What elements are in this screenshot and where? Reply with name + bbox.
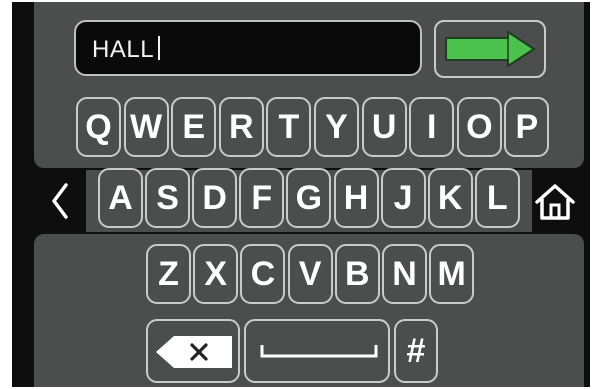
- key-i[interactable]: I: [409, 97, 455, 157]
- key-j[interactable]: J: [380, 168, 426, 228]
- keyboard-screen: HALL QWERTYUIOP ASDFGHJKL ZXCVBNM #: [12, 2, 590, 387]
- key-w[interactable]: W: [123, 97, 169, 157]
- key-z[interactable]: Z: [146, 244, 191, 304]
- enter-button[interactable]: [434, 20, 546, 78]
- key-n[interactable]: N: [382, 244, 427, 304]
- space-bar[interactable]: [244, 319, 390, 383]
- key-x[interactable]: X: [193, 244, 239, 304]
- key-p[interactable]: P: [504, 97, 550, 157]
- space-bar-icon: [260, 345, 378, 358]
- key-r[interactable]: R: [218, 97, 264, 157]
- key-c[interactable]: C: [240, 244, 286, 304]
- key-g[interactable]: G: [286, 168, 332, 228]
- key-v[interactable]: V: [287, 244, 333, 304]
- text-input-field[interactable]: HALL: [74, 20, 422, 76]
- key-s[interactable]: S: [145, 168, 191, 228]
- key-f[interactable]: F: [239, 168, 285, 228]
- home-icon[interactable]: [531, 178, 579, 226]
- backspace-icon: [156, 336, 232, 368]
- key-m[interactable]: M: [429, 244, 475, 304]
- key-a[interactable]: A: [98, 168, 143, 228]
- backspace-button[interactable]: [146, 319, 240, 383]
- key-k[interactable]: K: [427, 168, 473, 228]
- chevron-left-icon[interactable]: [50, 183, 70, 219]
- key-t[interactable]: T: [266, 97, 312, 157]
- key-h[interactable]: H: [333, 168, 379, 228]
- symbols-key[interactable]: #: [394, 319, 438, 383]
- key-y[interactable]: Y: [314, 97, 359, 157]
- key-o[interactable]: O: [456, 97, 502, 157]
- key-e[interactable]: E: [171, 97, 217, 157]
- key-q[interactable]: Q: [76, 97, 121, 157]
- key-b[interactable]: B: [334, 244, 380, 304]
- text-cursor: [158, 36, 161, 60]
- key-u[interactable]: U: [361, 97, 407, 157]
- key-l[interactable]: L: [474, 168, 520, 228]
- text-input-value: HALL: [92, 36, 161, 64]
- green-arrow-icon: [445, 30, 536, 68]
- key-d[interactable]: D: [192, 168, 238, 228]
